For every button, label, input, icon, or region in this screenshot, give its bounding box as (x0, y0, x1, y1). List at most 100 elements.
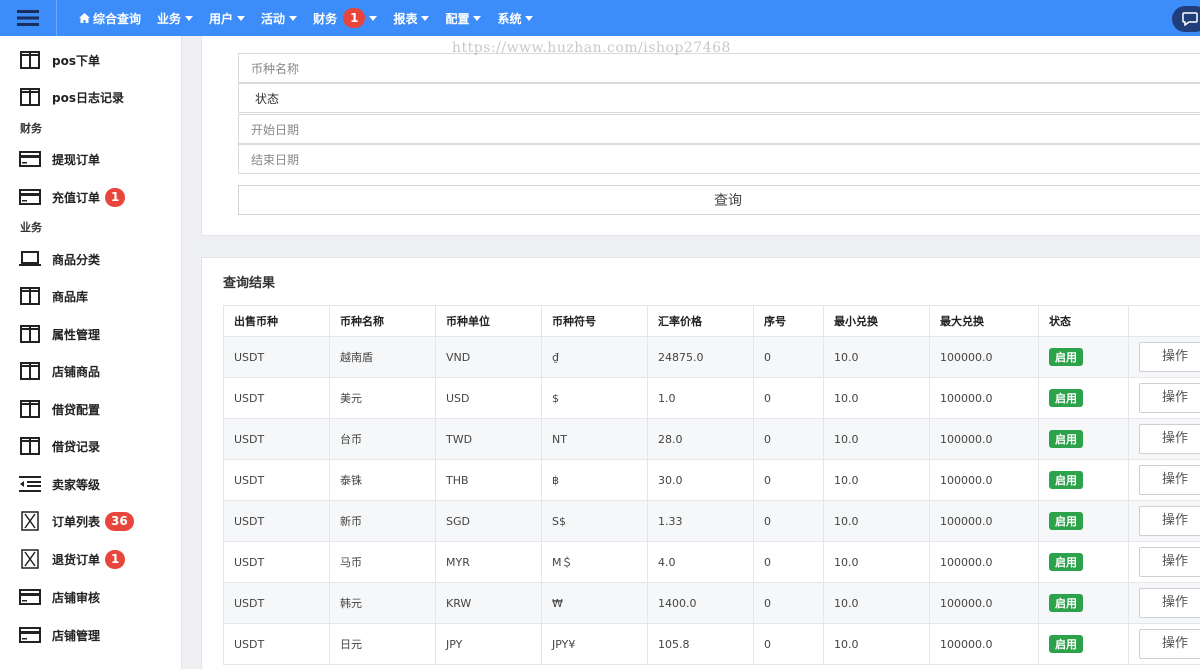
operate-button[interactable]: 操作 (1139, 342, 1200, 372)
sidebar-item-label: 属性管理 (52, 327, 101, 342)
table-cell: 0 (753, 582, 824, 624)
table-row: USDT 马币 MYR M＄ 4.0 0 10.0 100000.0 启用 操作 (223, 541, 1200, 583)
sidebar-item-order-list[interactable]: 订单列表 36 (0, 506, 182, 536)
operate-button[interactable]: 操作 (1139, 383, 1200, 413)
currency-name-input[interactable]: 币种名称 (238, 53, 1200, 83)
table-cell: USDT (223, 541, 330, 583)
operate-button[interactable]: 操作 (1139, 465, 1200, 495)
filter-panel: 币种名称 状态 开始日期 结束日期 查询 https://www.huzhan.… (201, 36, 1200, 236)
table-cell: TWD (435, 418, 542, 460)
column-header (1128, 305, 1200, 337)
table-cell: 24875.0 (647, 336, 754, 378)
table-cell: 启用 (1038, 500, 1129, 542)
caret-down-icon (237, 15, 246, 21)
table-cell: 韩元 (329, 582, 436, 624)
column-header: 币种名称 (329, 305, 436, 337)
nav-activity[interactable]: 活动 (261, 10, 298, 27)
nav-reports[interactable]: 报表 (393, 10, 430, 27)
laptop-icon (19, 249, 41, 269)
table-cell: 10.0 (823, 377, 930, 419)
table-cell: USDT (223, 377, 330, 419)
table-row: USDT 韩元 KRW ₩1400.0 0 10.0 100000.0 启用 操作 (223, 582, 1200, 624)
status-badge: 启用 (1049, 635, 1083, 653)
table-cell: USDT (223, 582, 330, 624)
table-cell: 100000.0 (929, 582, 1039, 624)
sidebar-item-attributes[interactable]: 属性管理 (0, 319, 182, 349)
table-cell: 1.33 (647, 500, 754, 542)
sidebar-item-seller-levels[interactable]: 卖家等级 (0, 469, 182, 499)
nav-finance[interactable]: 财务 1 (313, 8, 378, 28)
table-cell: $ (541, 377, 648, 419)
nav-users[interactable]: 用户 (209, 10, 246, 27)
table-cell: 10.0 (823, 336, 930, 378)
table-cell: ₫ (541, 336, 648, 378)
columns-icon (19, 399, 41, 419)
sidebar-item-pos-log[interactable]: pos日志记录 (0, 82, 182, 112)
table-cell: 越南盾 (329, 336, 436, 378)
sidebar-item-product-category[interactable]: 商品分类 (0, 244, 182, 274)
notification-badge: 36 (105, 511, 134, 531)
sidebar-item-recharge-orders[interactable]: 充值订单 1 (0, 182, 182, 212)
sidebar-item-label: 店铺审核 (52, 590, 101, 605)
credit-card-icon (19, 187, 41, 207)
nav-label: 报表 (393, 11, 418, 26)
nav-label: 配置 (445, 11, 470, 26)
nav-business[interactable]: 业务 (157, 10, 194, 27)
sidebar-item-loan-config[interactable]: 借贷配置 (0, 394, 182, 424)
caret-down-icon (289, 15, 298, 21)
menu-toggle-button[interactable] (0, 0, 57, 36)
nav-label: 活动 (261, 11, 286, 26)
column-header: 币种符号 (541, 305, 648, 337)
table-cell: 10.0 (823, 500, 930, 542)
sidebar-item-label: 退货订单 (52, 552, 101, 567)
table-cell: 100000.0 (929, 623, 1039, 665)
end-date-input[interactable]: 结束日期 (238, 144, 1200, 174)
table-row: USDT 越南盾 VND ₫ 24875.0 0 10.0 100000.0 启用 操作 (223, 336, 1200, 378)
sidebar: pos下单 pos日志记录 财务 提现订单 充值订单 1 业务 商品分类 商品库… (0, 36, 182, 669)
table-cell: 启用 (1038, 582, 1129, 624)
columns-icon (19, 361, 41, 381)
table-cell: 100000.0 (929, 336, 1039, 378)
table-cell: 新币 (329, 500, 436, 542)
sidebar-item-shop-review[interactable]: 店铺审核 (0, 582, 182, 612)
operate-button[interactable]: 操作 (1139, 547, 1200, 577)
hourglass-icon (19, 511, 41, 531)
query-button[interactable]: 查询 (238, 185, 1200, 215)
table-cell: SGD (435, 500, 542, 542)
table-row: USDT 日元 JPY JPY¥ 105.8 0 10.0 100000.0 启用 操作 (223, 623, 1200, 665)
table-cell: 马币 (329, 541, 436, 583)
operate-button[interactable]: 操作 (1139, 629, 1200, 659)
operate-button[interactable]: 操作 (1139, 588, 1200, 618)
table-cell: 启用 (1038, 377, 1129, 419)
chat-button[interactable] (1172, 6, 1200, 32)
table-cell: JPY (435, 623, 542, 665)
nav-label: 用户 (209, 11, 234, 26)
table-cell: 105.8 (647, 623, 754, 665)
sidebar-item-label: 提现订单 (52, 152, 101, 167)
sidebar-item-product-library[interactable]: 商品库 (0, 281, 182, 311)
caret-down-icon (525, 15, 534, 21)
table-cell: 操作 (1128, 623, 1200, 665)
table-cell: 美元 (329, 377, 436, 419)
table-cell: 操作 (1128, 582, 1200, 624)
sidebar-item-pos-order[interactable]: pos下单 (0, 45, 182, 75)
table-cell: 100000.0 (929, 459, 1039, 501)
caret-down-icon (421, 15, 430, 21)
sidebar-item-withdraw-orders[interactable]: 提现订单 (0, 144, 182, 174)
sidebar-item-shop-management[interactable]: 店铺管理 (0, 620, 182, 650)
start-date-input[interactable]: 开始日期 (238, 114, 1200, 144)
credit-card-icon (19, 149, 41, 169)
credit-card-icon (19, 587, 41, 607)
operate-button[interactable]: 操作 (1139, 506, 1200, 536)
operate-button[interactable]: 操作 (1139, 424, 1200, 454)
status-select[interactable]: 状态 (238, 83, 1200, 113)
sidebar-item-shop-products[interactable]: 店铺商品 (0, 356, 182, 386)
results-title: 查询结果 (223, 276, 276, 291)
nav-system[interactable]: 系统 (497, 10, 534, 27)
sidebar-item-return-orders[interactable]: 退货订单 1 (0, 544, 182, 574)
sidebar-item-loan-records[interactable]: 借贷记录 (0, 431, 182, 461)
sidebar-item-label: 卖家等级 (52, 477, 101, 492)
nav-config[interactable]: 配置 (445, 10, 482, 27)
columns-icon (19, 436, 41, 456)
nav-overview[interactable]: 综合查询 (79, 10, 141, 27)
